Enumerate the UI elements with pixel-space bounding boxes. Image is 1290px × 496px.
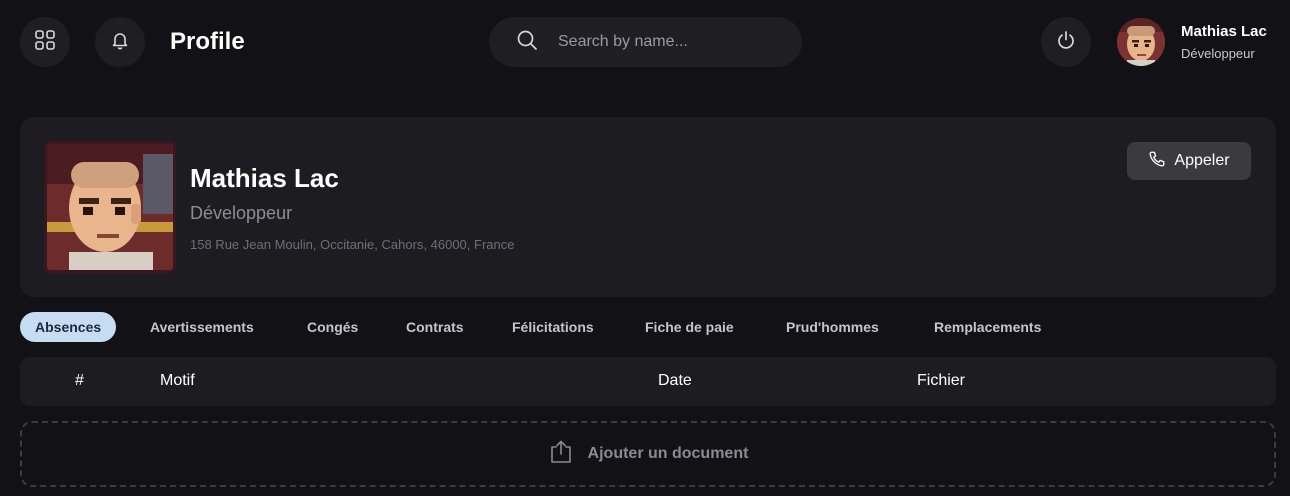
header-user-name: Mathias Lac (1181, 23, 1267, 40)
tab-contrats[interactable]: Contrats (406, 312, 464, 342)
profile-name: Mathias Lac (190, 163, 339, 193)
search-input[interactable] (558, 33, 778, 51)
add-document-label: Ajouter un document (587, 445, 749, 462)
avatar[interactable] (1117, 18, 1165, 66)
column-number[interactable]: # (75, 372, 84, 390)
tab-felicitations[interactable]: Félicitations (512, 312, 594, 342)
tab-prudhommes[interactable]: Prud'hommes (786, 312, 879, 342)
column-date[interactable]: Date (658, 372, 692, 390)
top-bar: Profile Mathias Lac Déve (0, 0, 1290, 88)
tab-fiche-de-paie[interactable]: Fiche de paie (645, 312, 734, 342)
profile-avatar (44, 141, 176, 273)
call-button[interactable]: Appeler (1127, 142, 1251, 180)
upload-icon (548, 439, 574, 470)
tab-remplacements[interactable]: Remplacements (934, 312, 1041, 342)
header-user-role: Développeur (1181, 46, 1255, 61)
add-document-dropzone[interactable]: Ajouter un document (20, 421, 1276, 487)
tab-avertissements[interactable]: Avertissements (150, 312, 254, 342)
tab-absences[interactable]: Absences (20, 312, 117, 342)
profile-card: Mathias Lac Développeur 158 Rue Jean Mou… (20, 117, 1276, 297)
table-header: # Motif Date Fichier (20, 357, 1276, 406)
power-icon (1056, 30, 1076, 55)
page-title: Profile (170, 28, 245, 55)
column-motif[interactable]: Motif (160, 372, 195, 390)
tab-conges[interactable]: Congés (307, 312, 358, 342)
call-button-label: Appeler (1174, 152, 1230, 169)
search-bar[interactable] (489, 17, 802, 67)
search-icon (489, 29, 538, 56)
profile-address: 158 Rue Jean Moulin, Occitanie, Cahors, … (190, 237, 515, 252)
grid-icon (34, 29, 56, 56)
profile-role: Développeur (190, 203, 293, 223)
column-fichier[interactable]: Fichier (917, 372, 965, 390)
notifications-button[interactable] (95, 17, 145, 67)
bell-icon (110, 30, 130, 55)
logout-button[interactable] (1041, 17, 1091, 67)
apps-button[interactable] (20, 17, 70, 67)
phone-icon (1148, 150, 1166, 173)
